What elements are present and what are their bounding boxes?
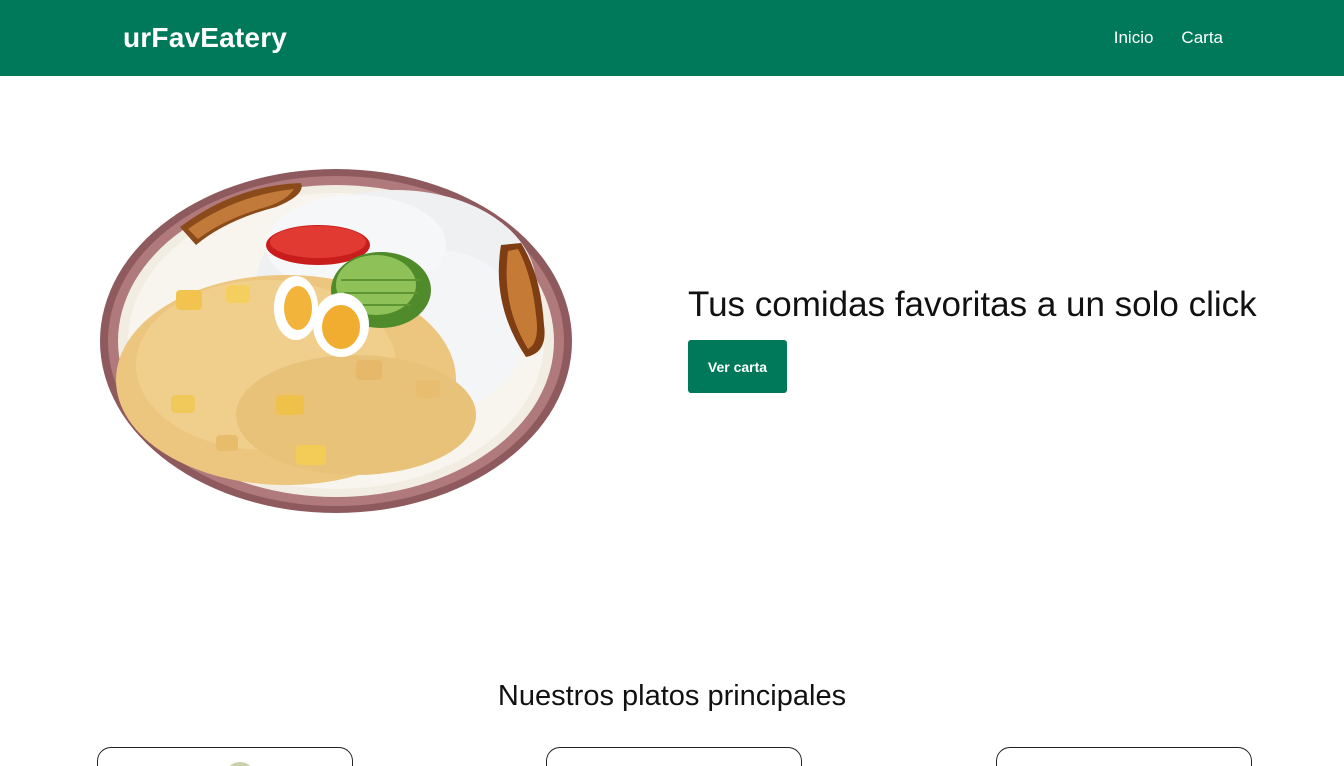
dish-card[interactable]	[546, 747, 802, 766]
section-title: Nuestros platos principales	[497, 680, 847, 712]
dish-card[interactable]	[996, 747, 1252, 766]
navbar: urFavEatery Inicio Carta	[0, 0, 1344, 76]
hero-dish-image	[96, 165, 576, 517]
nav-links: Inicio Carta	[1114, 28, 1223, 48]
dish-card[interactable]	[97, 747, 353, 766]
dish-card-image	[225, 762, 255, 766]
hero-title: Tus comidas favoritas a un solo click	[688, 285, 1257, 324]
ver-carta-button[interactable]: Ver carta	[688, 340, 787, 393]
brand-logo[interactable]: urFavEatery	[123, 22, 287, 54]
nav-link-inicio[interactable]: Inicio	[1114, 28, 1154, 48]
nav-link-carta[interactable]: Carta	[1181, 28, 1223, 48]
